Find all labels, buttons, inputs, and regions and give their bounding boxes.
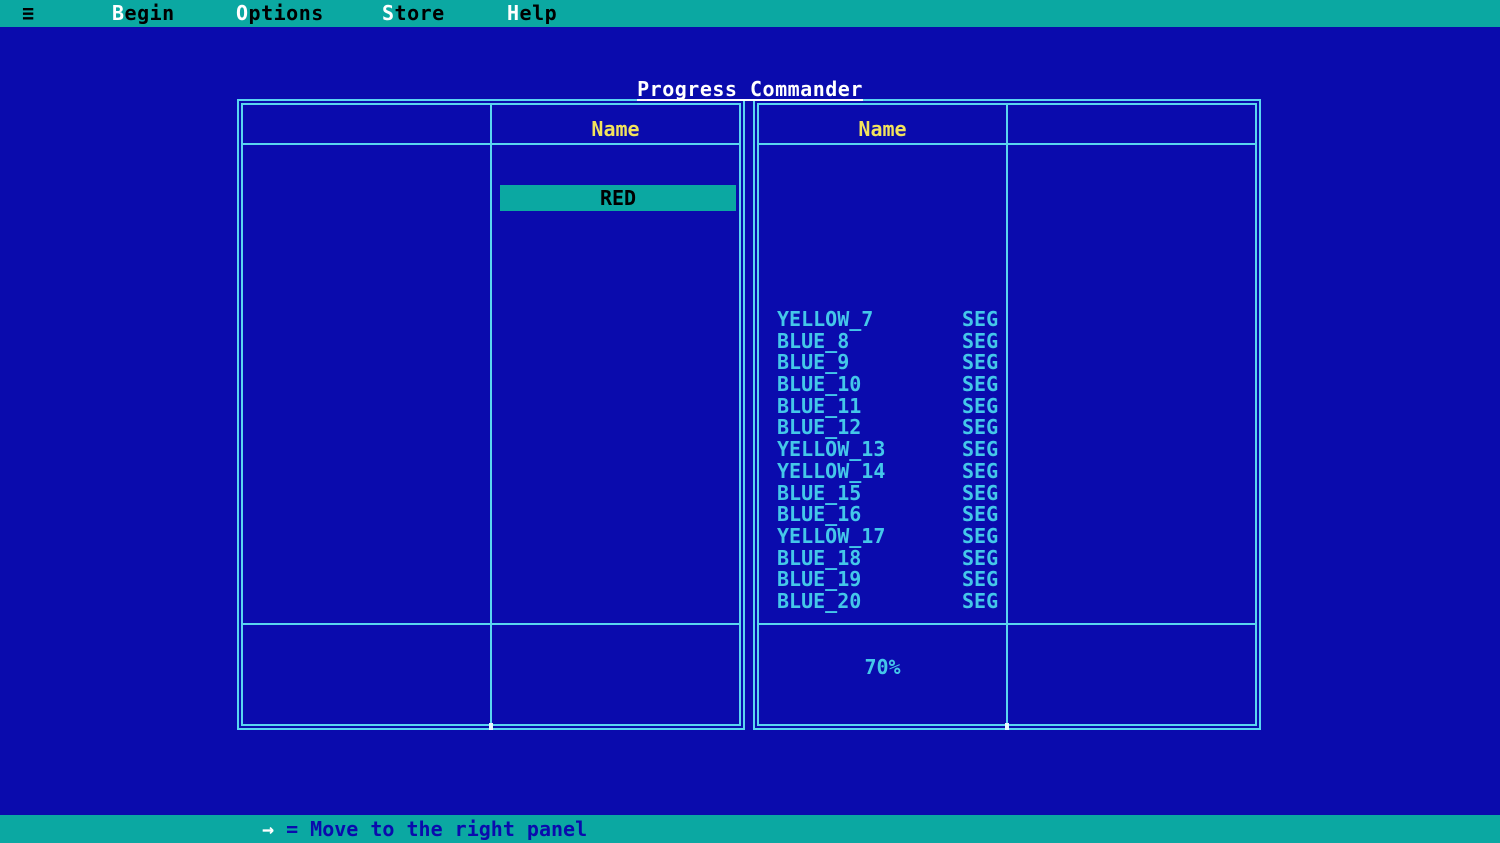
menu-item-store[interactable]: Store — [382, 0, 445, 27]
right-arrow-icon: → — [262, 817, 275, 841]
status-line: → = Move to the right panel — [262, 815, 587, 843]
selected-item-red[interactable]: RED — [500, 185, 736, 211]
item-name: BLUE_20 — [777, 588, 862, 613]
right-panel-inner: Name YELLOW_7 SEG BLUE_8 SEG BLUE_9 SEG — [759, 105, 1255, 730]
item-name: BLUE_8 — [777, 328, 850, 353]
page-title: Progress Commander — [637, 77, 863, 101]
list-item[interactable]: YELLOW_7 SEG — [759, 307, 1006, 331]
list-item[interactable]: BLUE_8 SEG — [759, 328, 1006, 353]
list-item[interactable]: BLUE_9 SEG — [759, 352, 1006, 374]
left-panel-header-separator — [243, 143, 739, 145]
item-name: YELLOW_7 — [777, 307, 874, 331]
item-type: SEG — [962, 437, 999, 462]
list-item[interactable]: BLUE_10 SEG — [759, 372, 1006, 397]
menu-item-options[interactable]: Options — [236, 0, 324, 27]
left-panel-inner: Name RED — [243, 105, 739, 730]
list-item[interactable]: BLUE_16 SEG — [759, 502, 1006, 527]
list-item[interactable]: BLUE_11 SEG — [759, 393, 1006, 418]
item-type: SEG — [962, 393, 999, 418]
right-panel-column-divider — [1006, 105, 1008, 724]
menu-item-label: elp — [519, 1, 558, 25]
left-panel-column-divider — [490, 105, 492, 724]
menu-item-begin[interactable]: Begin — [112, 0, 175, 27]
list-item[interactable]: BLUE_19 SEG — [759, 567, 1006, 592]
item-name: BLUE_9 — [777, 350, 850, 375]
menu-item-label: ptions — [248, 1, 324, 25]
item-name: BLUE_19 — [777, 567, 862, 592]
menu-item-label: tore — [394, 1, 445, 25]
item-type: SEG — [962, 545, 999, 570]
item-name: YELLOW_14 — [777, 458, 886, 483]
item-name: BLUE_10 — [777, 372, 862, 397]
status-bar: → = Move to the right panel — [0, 815, 1500, 843]
item-name: BLUE_15 — [777, 480, 862, 505]
menu-bar: ≡ Begin Options Store Help — [0, 0, 1500, 27]
item-type: SEG — [962, 458, 999, 483]
item-name: BLUE_18 — [777, 545, 862, 570]
item-type: SEG — [962, 502, 999, 527]
file-list: YELLOW_7 SEG BLUE_8 SEG BLUE_9 SEG BLUE_… — [759, 307, 1006, 613]
item-type: SEG — [962, 372, 999, 397]
right-panel-name-header: Name — [858, 117, 907, 141]
list-item[interactable]: BLUE_20 SEG — [759, 588, 1006, 613]
menu-item-label: egin — [124, 1, 175, 25]
menu-item-help[interactable]: Help — [507, 0, 557, 27]
left-panel-footer-separator — [243, 623, 739, 625]
item-name: BLUE_16 — [777, 502, 862, 527]
menu-item-hotkey: B — [112, 1, 125, 25]
menu-items: Begin Options Store Help — [0, 0, 1500, 27]
item-name: BLUE_12 — [777, 415, 862, 440]
list-item[interactable]: YELLOW_17 SEG — [759, 523, 1006, 548]
item-type: SEG — [962, 588, 999, 613]
right-panel: Name YELLOW_7 SEG BLUE_8 SEG BLUE_9 SEG — [753, 99, 1261, 730]
item-name: YELLOW_17 — [777, 523, 886, 548]
item-type: SEG — [962, 328, 999, 353]
item-type: SEG — [962, 307, 999, 331]
item-type: SEG — [962, 567, 999, 592]
cursor-artifact — [1005, 723, 1009, 730]
item-name: YELLOW_13 — [777, 437, 886, 462]
right-panel-footer-separator — [759, 623, 1255, 625]
menu-item-hotkey: S — [382, 1, 395, 25]
list-item[interactable]: YELLOW_13 SEG — [759, 437, 1006, 462]
menu-item-hotkey: O — [236, 1, 249, 25]
cursor-artifact — [489, 723, 493, 730]
left-panel: Name RED — [237, 99, 745, 730]
list-item[interactable]: YELLOW_14 SEG — [759, 458, 1006, 483]
progress-percent: 70% — [864, 655, 901, 679]
item-type: SEG — [962, 415, 999, 440]
status-text: = Move to the right panel — [286, 817, 588, 841]
right-panel-header-separator — [759, 143, 1255, 145]
list-item[interactable]: BLUE_12 SEG — [759, 417, 1006, 439]
menu-item-hotkey: H — [507, 1, 520, 25]
list-item[interactable]: BLUE_15 SEG — [759, 480, 1006, 505]
item-type: SEG — [962, 480, 999, 505]
item-type: SEG — [962, 523, 999, 548]
left-panel-name-header: Name — [591, 117, 640, 141]
title-row: Progress Commander — [0, 77, 1500, 101]
list-item[interactable]: BLUE_18 SEG — [759, 545, 1006, 570]
item-type: SEG — [962, 350, 999, 375]
item-name: BLUE_11 — [777, 393, 862, 418]
